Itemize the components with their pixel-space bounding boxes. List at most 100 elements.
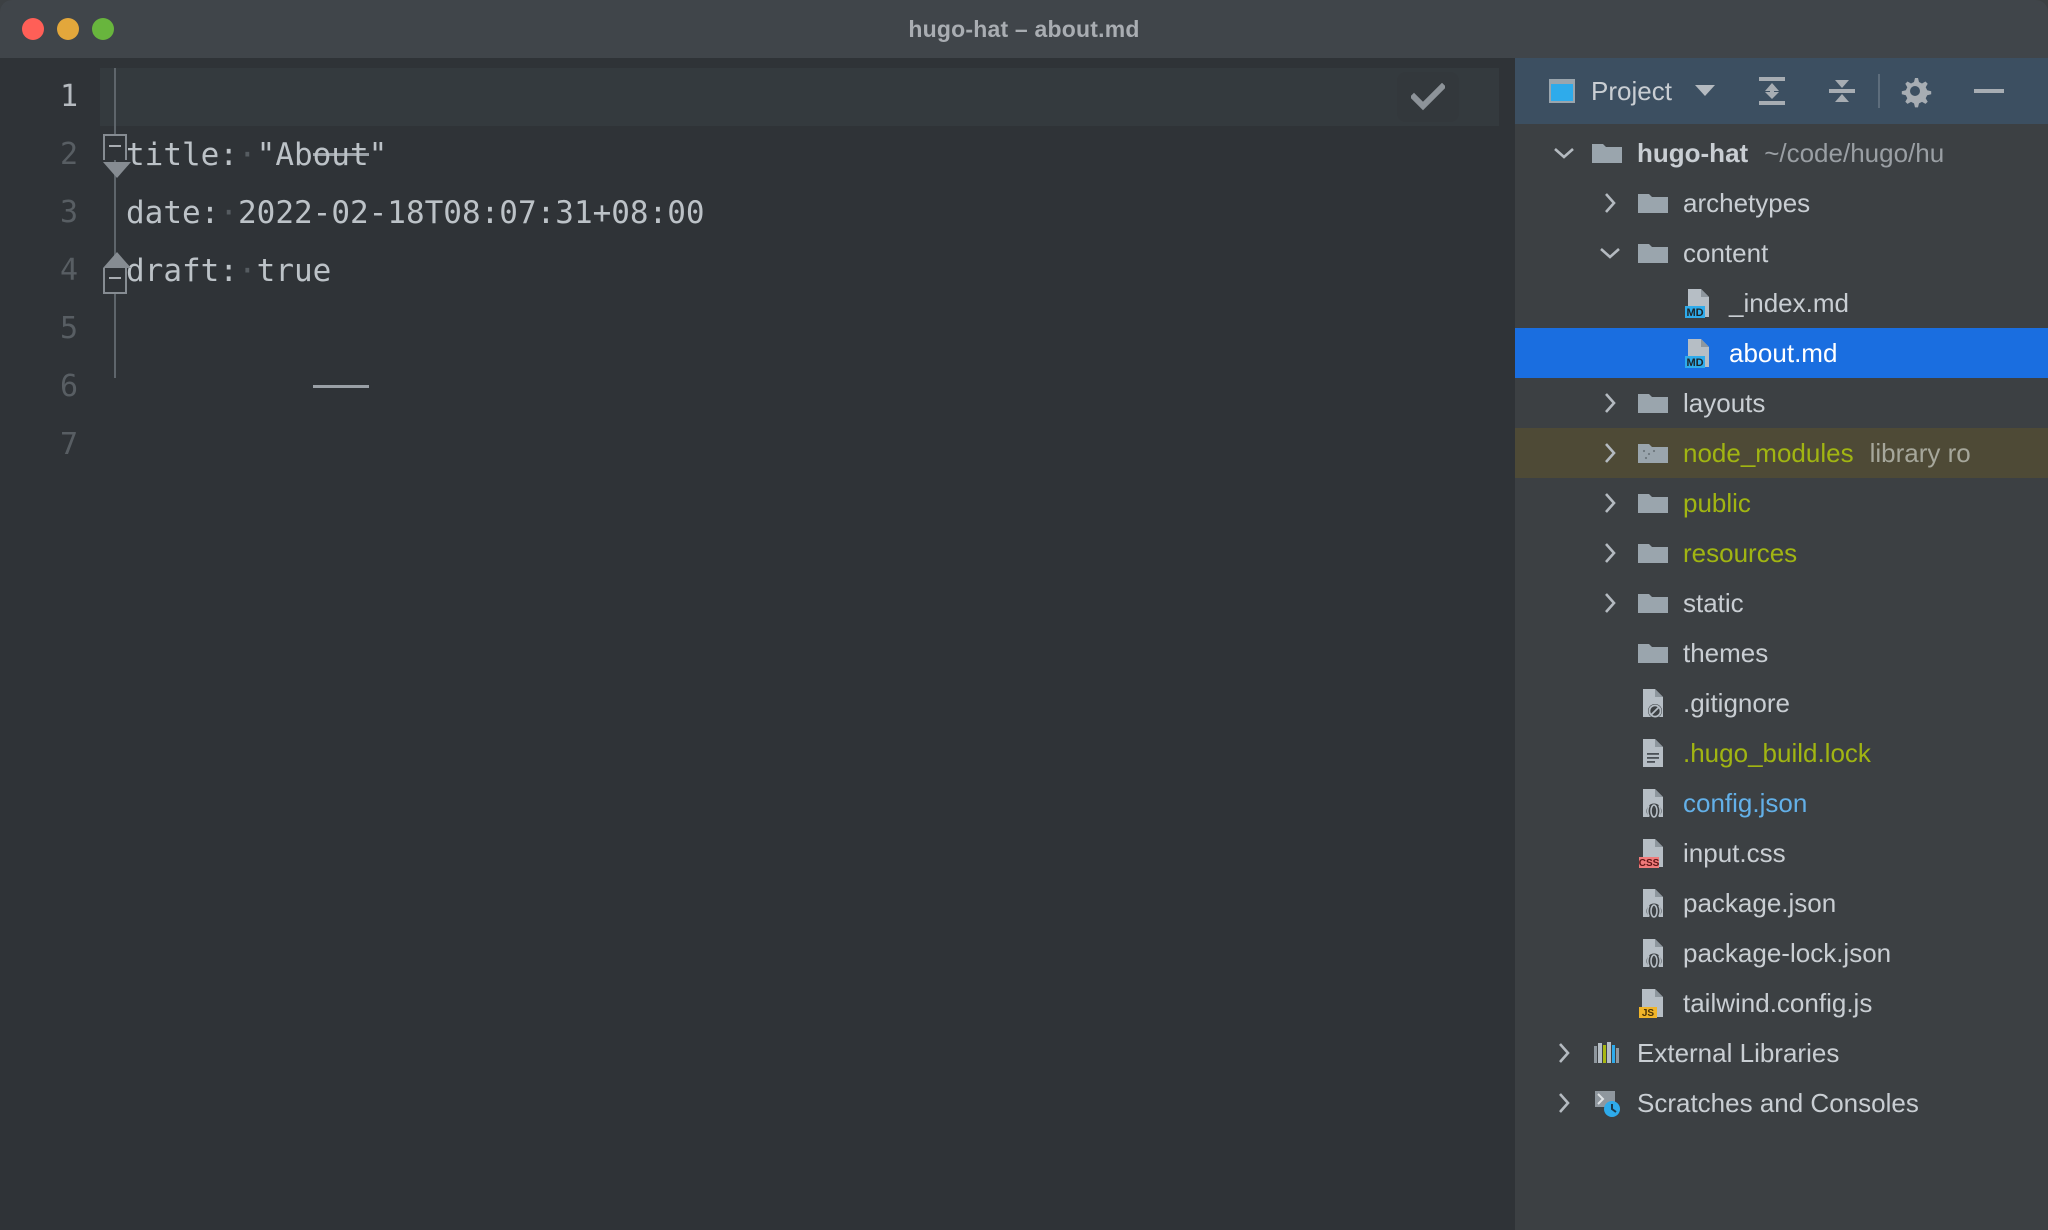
- folder-icon: [1633, 640, 1673, 666]
- tree-row-label: Scratches and Consoles: [1637, 1087, 1919, 1118]
- yaml-value-title: "About": [256, 137, 388, 173]
- chevron-down-icon[interactable]: [1587, 246, 1633, 260]
- tree-row-about-md[interactable]: MD about.md: [1515, 328, 2048, 378]
- traffic-light-group: [0, 18, 114, 40]
- tree-row-layouts[interactable]: layouts: [1515, 378, 2048, 428]
- code-text-area[interactable]: title:·"About" date:·2022-02-18T08:07:31…: [100, 58, 1515, 1230]
- tree-row-tailwind-config-js[interactable]: JS tailwind.config.js: [1515, 978, 2048, 1028]
- inspection-status-button[interactable]: [1397, 72, 1459, 122]
- folder-icon: [1633, 590, 1673, 616]
- tree-row-label: hugo-hat: [1637, 137, 1749, 168]
- chevron-down-icon[interactable]: [1541, 146, 1587, 160]
- expand-all-icon[interactable]: [1754, 73, 1790, 109]
- yaml-value-date: 2022-02-18T08:07:31+08:00: [238, 195, 705, 231]
- code-line[interactable]: [100, 68, 1515, 156]
- chevron-right-icon[interactable]: [1541, 1092, 1587, 1114]
- minimize-icon[interactable]: [1972, 86, 2006, 96]
- tree-row-note: library ro: [1869, 437, 1971, 468]
- folder-icon: [1633, 540, 1673, 566]
- code-line[interactable]: draft:·true: [126, 242, 1515, 300]
- editor-vertical-scrollbar[interactable]: [1499, 58, 1515, 1230]
- editor-gutter[interactable]: 1 2 3 4 5 6 7: [0, 58, 100, 1230]
- tree-row-config-json[interactable]: config.json: [1515, 778, 2048, 828]
- json-file-icon: [1633, 887, 1673, 919]
- tree-row-label: node_modules: [1683, 437, 1854, 468]
- maximize-window-button[interactable]: [92, 18, 114, 40]
- tree-row-label: .hugo_build.lock: [1683, 737, 1871, 768]
- chevron-down-icon[interactable]: [1694, 83, 1716, 99]
- folder-icon: [1587, 140, 1627, 166]
- tree-row-content[interactable]: content: [1515, 228, 2048, 278]
- tree-row-label: content: [1683, 237, 1769, 268]
- code-line[interactable]: [126, 416, 1515, 474]
- yaml-key-draft: draft:: [126, 253, 238, 289]
- whitespace-dot: ·: [237, 137, 257, 173]
- line-number: 2: [59, 137, 78, 172]
- tree-row-label: input.css: [1683, 837, 1786, 868]
- markdown-file-icon: MD: [1679, 287, 1719, 319]
- json-file-icon: [1633, 787, 1673, 819]
- editor-pane[interactable]: 1 2 3 4 5 6 7 title:·"About" date:·2022-…: [0, 58, 1515, 1230]
- project-panel-header: Project: [1515, 58, 2048, 124]
- tree-row-input-css[interactable]: CSS input.css: [1515, 828, 2048, 878]
- tree-row-label: tailwind.config.js: [1683, 987, 1873, 1018]
- svg-text:JS: JS: [1642, 1008, 1655, 1019]
- window-titlebar: hugo-hat – about.md: [0, 0, 2048, 58]
- chevron-right-icon[interactable]: [1541, 1042, 1587, 1064]
- folder-library-icon: [1633, 440, 1673, 466]
- code-line[interactable]: date:·2022-02-18T08:07:31+08:00: [126, 184, 1515, 242]
- tree-row-label: .gitignore: [1683, 687, 1790, 718]
- chevron-right-icon[interactable]: [1587, 542, 1633, 564]
- tree-row-archetypes[interactable]: archetypes: [1515, 178, 2048, 228]
- yaml-key-title: title:: [126, 137, 238, 173]
- tree-row-label: package.json: [1683, 887, 1837, 918]
- chevron-right-icon[interactable]: [1587, 442, 1633, 464]
- tree-row-package-json[interactable]: package.json: [1515, 878, 2048, 928]
- code-line[interactable]: [126, 300, 1515, 388]
- tree-row-label: _index.md: [1729, 287, 1849, 318]
- line-number: 4: [59, 253, 78, 288]
- collapse-all-icon[interactable]: [1824, 73, 1860, 109]
- tree-row-hugo-build-lock[interactable]: .hugo_build.lock: [1515, 728, 2048, 778]
- chevron-right-icon[interactable]: [1587, 592, 1633, 614]
- line-number: 5: [59, 311, 78, 346]
- tree-row-resources[interactable]: resources: [1515, 528, 2048, 578]
- close-window-button[interactable]: [22, 18, 44, 40]
- tree-row-package-lock-json[interactable]: package-lock.json: [1515, 928, 2048, 978]
- tree-row-public[interactable]: public: [1515, 478, 2048, 528]
- tree-row-scratches-and-consoles[interactable]: Scratches and Consoles: [1515, 1078, 2048, 1128]
- folder-icon: [1633, 490, 1673, 516]
- tree-row-static[interactable]: static: [1515, 578, 2048, 628]
- whitespace-dot: ·: [237, 253, 257, 289]
- project-panel-title: Project: [1591, 75, 1672, 106]
- minimize-window-button[interactable]: [57, 18, 79, 40]
- project-file-tree[interactable]: hugo-hat ~/code/hugo/hu archetypes conte…: [1515, 124, 2048, 1230]
- css-file-icon: CSS: [1633, 837, 1673, 869]
- tree-row-index-md[interactable]: MD _index.md: [1515, 278, 2048, 328]
- code-line[interactable]: [126, 358, 1515, 416]
- tree-row-gitignore[interactable]: .gitignore: [1515, 678, 2048, 728]
- tree-row-hugo-hat[interactable]: hugo-hat ~/code/hugo/hu: [1515, 128, 2048, 178]
- chevron-right-icon[interactable]: [1587, 492, 1633, 514]
- tree-row-themes[interactable]: themes: [1515, 628, 2048, 678]
- project-tool-window: Project hugo-hat ~/code/hugo/hu archetyp…: [1515, 58, 2048, 1230]
- tree-row-label: about.md: [1729, 337, 1838, 368]
- libraries-icon: [1587, 1039, 1627, 1067]
- folder-icon: [1633, 390, 1673, 416]
- svg-text:MD: MD: [1686, 357, 1703, 369]
- tree-row-note: ~/code/hugo/hu: [1764, 137, 1945, 168]
- tree-row-label: themes: [1683, 637, 1769, 668]
- chevron-right-icon[interactable]: [1587, 192, 1633, 214]
- tree-row-label: static: [1683, 587, 1744, 618]
- svg-text:CSS: CSS: [1639, 858, 1660, 869]
- tree-row-external-libraries[interactable]: External Libraries: [1515, 1028, 2048, 1078]
- gear-icon[interactable]: [1898, 74, 1932, 108]
- markdown-file-icon: MD: [1679, 337, 1719, 369]
- window-title: hugo-hat – about.md: [908, 15, 1140, 42]
- code-line[interactable]: title:·"About": [126, 126, 1515, 184]
- scratches-icon: [1587, 1088, 1627, 1118]
- js-file-icon: JS: [1633, 987, 1673, 1019]
- tree-row-node-modules[interactable]: node_modules library ro: [1515, 428, 2048, 478]
- toolbar-divider: [1877, 74, 1880, 108]
- chevron-right-icon[interactable]: [1587, 392, 1633, 414]
